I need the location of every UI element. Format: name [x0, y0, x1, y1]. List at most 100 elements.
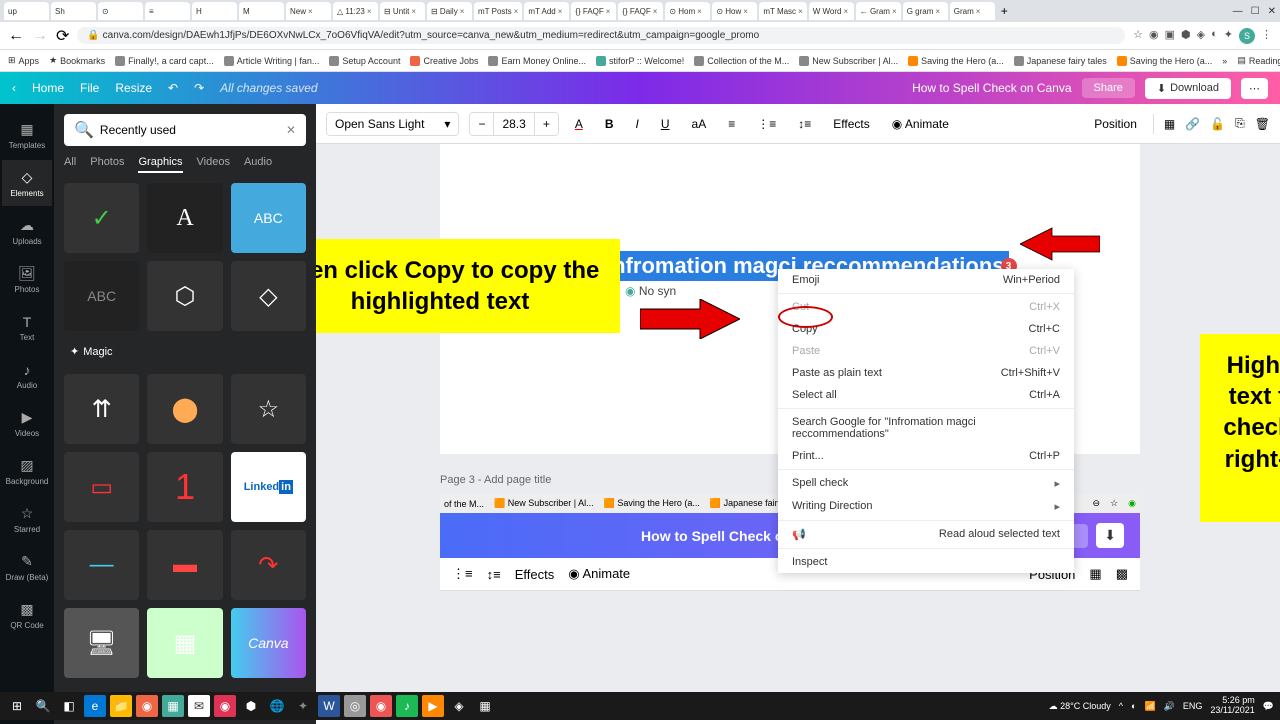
browser-tab[interactable]: {} FAQF×: [618, 2, 663, 20]
element-tile[interactable]: ◇: [231, 261, 306, 331]
volume-icon[interactable]: 🔊: [1164, 701, 1175, 712]
app-icon[interactable]: ◎: [344, 695, 366, 717]
element-tile[interactable]: ⬡: [147, 261, 222, 331]
rail-text[interactable]: TText: [2, 304, 52, 350]
resize-button[interactable]: Resize: [115, 81, 152, 95]
new-tab-button[interactable]: +: [997, 4, 1012, 18]
spacing-button[interactable]: ↕≡: [792, 113, 817, 135]
element-tile[interactable]: ▦: [147, 608, 222, 678]
extension-icon[interactable]: ◉: [1149, 28, 1159, 44]
close-icon[interactable]: ✕: [1268, 6, 1276, 17]
lock-button[interactable]: 🔓: [1210, 117, 1225, 131]
reading-list-button[interactable]: ▤Reading list: [1237, 55, 1280, 66]
canvas-viewport[interactable]: Infromation magci reccommendations 3 ◉ N…: [316, 144, 1280, 694]
tab-videos[interactable]: Videos: [197, 156, 230, 173]
clear-icon[interactable]: ✕: [286, 123, 296, 137]
bookmark-item[interactable]: Collection of the M...: [694, 56, 789, 66]
bookmark-item[interactable]: ★Bookmarks: [49, 55, 105, 66]
tab-graphics[interactable]: Graphics: [138, 156, 182, 173]
ctx-search-google[interactable]: Search Google for "Infromation magci rec…: [778, 411, 1074, 445]
language-indicator[interactable]: ENG: [1183, 701, 1203, 711]
ctx-read-aloud[interactable]: 📢 Read aloud selected text: [778, 523, 1074, 546]
app-icon[interactable]: ◉: [370, 695, 392, 717]
extension-icon[interactable]: ✦: [1224, 28, 1233, 44]
element-tile[interactable]: ▬: [147, 530, 222, 600]
tray-icon[interactable]: ◐: [1131, 701, 1136, 711]
ctx-select-all[interactable]: Select allCtrl+A: [778, 384, 1074, 406]
search-icon[interactable]: 🔍: [32, 695, 54, 717]
file-menu[interactable]: File: [80, 81, 99, 95]
browser-tab[interactable]: Sh: [51, 2, 96, 20]
browser-tab[interactable]: up: [4, 2, 49, 20]
tab-photos[interactable]: Photos: [90, 156, 124, 173]
url-input[interactable]: 🔒 canva.com/design/DAEwh1JfjPs/DE6OXvNwL…: [77, 27, 1125, 44]
browser-tab[interactable]: ⊟ Daily×: [427, 2, 472, 20]
underline-button[interactable]: U: [655, 113, 676, 135]
case-button[interactable]: aA: [686, 113, 713, 135]
element-tile[interactable]: ↷: [231, 530, 306, 600]
increase-size-button[interactable]: +: [535, 113, 558, 135]
canvas-page[interactable]: Infromation magci reccommendations 3 ◉ N…: [440, 144, 1140, 454]
transparency-button[interactable]: ▦: [1164, 117, 1175, 131]
rail-elements[interactable]: ◇Elements: [2, 160, 52, 206]
search-box[interactable]: 🔍 ✕: [64, 114, 306, 146]
weather-widget[interactable]: ☁ 28°C Cloudy: [1049, 701, 1111, 712]
element-tile[interactable]: ☆: [231, 374, 306, 444]
delete-button[interactable]: 🗑: [1255, 117, 1270, 131]
align-button[interactable]: ≡: [722, 113, 741, 135]
extension-icon[interactable]: ◐: [1211, 28, 1218, 44]
rail-qr[interactable]: ▩QR Code: [2, 592, 52, 638]
browser-tab[interactable]: Gram×: [950, 2, 995, 20]
font-selector[interactable]: Open Sans Light▾: [326, 112, 459, 136]
app-icon[interactable]: ◈: [448, 695, 470, 717]
page-label[interactable]: Page 3 - Add page title: [440, 474, 551, 486]
more-button[interactable]: ⋯: [1241, 78, 1268, 99]
maximize-icon[interactable]: ☐: [1251, 6, 1260, 17]
browser-tab[interactable]: W Word×: [809, 2, 854, 20]
bookmark-item[interactable]: Saving the Hero (a...: [908, 56, 1004, 66]
rail-starred[interactable]: ☆Starred: [2, 496, 52, 542]
browser-tab[interactable]: New×: [286, 2, 331, 20]
bookmark-item[interactable]: Earn Money Online...: [488, 56, 586, 66]
ctx-spell-check[interactable]: Spell check: [778, 472, 1074, 495]
reload-button[interactable]: ⟳: [56, 26, 69, 46]
back-button[interactable]: ←: [8, 27, 24, 45]
app-icon[interactable]: ▦: [162, 695, 184, 717]
animate-button[interactable]: ◉ Animate: [886, 113, 955, 135]
browser-tab[interactable]: {} FAQF×: [571, 2, 616, 20]
forward-button[interactable]: →: [32, 27, 48, 45]
task-view-icon[interactable]: ◧: [58, 695, 80, 717]
element-tile[interactable]: —: [64, 530, 139, 600]
ctx-writing-direction[interactable]: Writing Direction: [778, 495, 1074, 518]
ctx-inspect[interactable]: Inspect: [778, 551, 1074, 573]
spotify-icon[interactable]: ♪: [396, 695, 418, 717]
ctx-paste[interactable]: PasteCtrl+V: [778, 340, 1074, 362]
extension-icon[interactable]: ▣: [1165, 28, 1175, 44]
apps-button[interactable]: ⊞Apps: [8, 55, 39, 66]
wifi-icon[interactable]: 📶: [1144, 701, 1155, 712]
bookmark-item[interactable]: Article Writing | fan...: [224, 56, 320, 66]
rail-background[interactable]: ▨Background: [2, 448, 52, 494]
element-tile[interactable]: Linkedin: [231, 452, 306, 522]
browser-tab[interactable]: M: [239, 2, 284, 20]
browser-tab[interactable]: △ 11:23×: [333, 2, 378, 20]
profile-avatar[interactable]: S: [1239, 28, 1255, 44]
element-tile[interactable]: ✓: [64, 183, 139, 253]
redo-button[interactable]: ↷: [194, 81, 204, 95]
back-icon[interactable]: ‹: [12, 81, 16, 95]
bookmark-item[interactable]: Japanese fairy tales: [1014, 56, 1107, 66]
magic-recommendations[interactable]: ✦Magic: [64, 339, 306, 364]
browser-tab[interactable]: H: [192, 2, 237, 20]
ctx-emoji[interactable]: EmojiWin+Period: [778, 269, 1074, 291]
link-button[interactable]: 🔗: [1185, 117, 1200, 131]
browser-tab[interactable]: ⊙: [98, 2, 143, 20]
edge-icon[interactable]: e: [84, 695, 106, 717]
rail-photos[interactable]: 🖼Photos: [2, 256, 52, 302]
browser-tab[interactable]: ⊟ Untit×: [380, 2, 425, 20]
bookmark-item[interactable]: New Subscriber | Al...: [799, 56, 898, 66]
bookmark-item[interactable]: Creative Jobs: [410, 56, 478, 66]
app-icon[interactable]: ▦: [474, 695, 496, 717]
design-title[interactable]: How to Spell Check on Canva: [912, 81, 1071, 95]
explorer-icon[interactable]: 📁: [110, 695, 132, 717]
bookmark-item[interactable]: Finally!, a card capt...: [115, 56, 214, 66]
